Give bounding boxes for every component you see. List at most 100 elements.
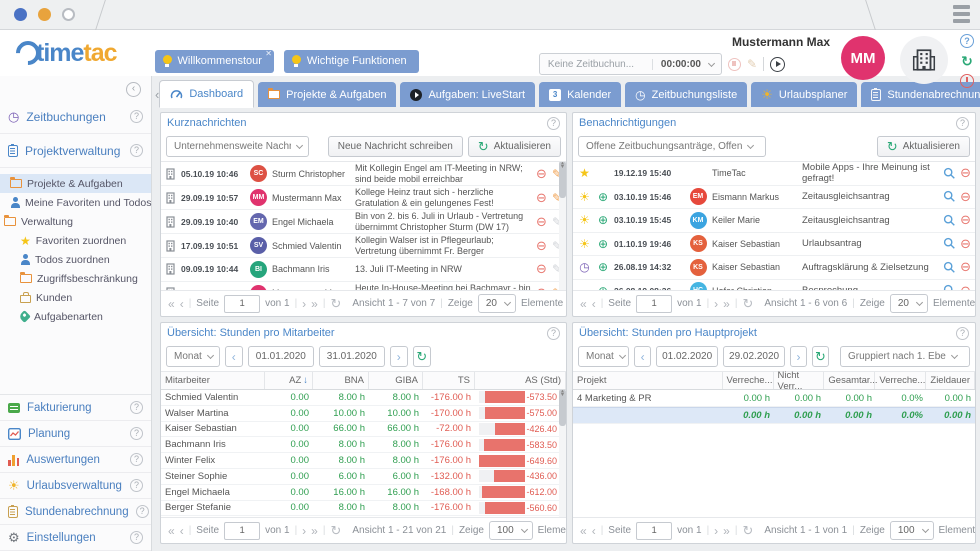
next-period-button[interactable]: ›: [390, 346, 408, 367]
help-icon[interactable]: ?: [960, 34, 974, 48]
page-number-input[interactable]: [636, 522, 672, 540]
dismiss-notification-icon[interactable]: ⊖: [960, 259, 971, 275]
sidebar-section-projektverwaltung[interactable]: Projektverwaltung ?: [0, 134, 151, 168]
tab-urlaubsplaner[interactable]: ☀ Urlaubsplaner: [751, 82, 857, 107]
sidebar-section-zeitbuchungen[interactable]: ◷ Zeitbuchungen ?: [0, 100, 151, 134]
delete-message-icon[interactable]: ⊖: [536, 261, 547, 277]
help-icon[interactable]: ?: [130, 427, 143, 440]
refresh-messages-button[interactable]: ↻ Aktualisieren: [468, 136, 561, 157]
page-number-input[interactable]: [224, 522, 260, 540]
sidebar-section-fakturierung[interactable]: Fakturierung ?: [0, 395, 151, 421]
delete-message-icon[interactable]: ⊖: [536, 166, 547, 182]
tab-aufgaben-livestart[interactable]: Aufgaben: LiveStart: [400, 82, 535, 107]
table-row[interactable]: Engel Michaela 0.00 16.00 h 16.00 h -168…: [161, 485, 566, 501]
first-page-button[interactable]: «: [580, 297, 587, 311]
page-size-select[interactable]: 100: [890, 521, 934, 540]
organization-button[interactable]: [900, 36, 948, 84]
window-maximize-button[interactable]: [62, 8, 75, 21]
notification-row[interactable]: ☀ ⊕ 03.10.19 15:45 KM Keiler Marie Zeita…: [573, 209, 975, 233]
first-page-button[interactable]: «: [580, 524, 587, 538]
magnifier-icon[interactable]: [943, 237, 956, 250]
column-header[interactable]: AS (Std): [475, 372, 566, 389]
close-icon[interactable]: ✕: [265, 49, 272, 58]
column-header[interactable]: GIBA: [369, 372, 423, 389]
next-period-button[interactable]: ›: [790, 346, 807, 367]
help-icon[interactable]: ?: [130, 110, 143, 123]
sidebar-item-todos-zuordnen[interactable]: Todos zuordnen: [0, 250, 151, 269]
window-minimize-button[interactable]: [38, 8, 51, 21]
notification-row[interactable]: ☀ ⊕ 03.10.19 15:46 EM Eismann Markus Zei…: [573, 186, 975, 210]
message-row[interactable]: 17.09.19 10:51 SV Schmied Valentin Kolle…: [161, 234, 566, 258]
last-page-button[interactable]: »: [311, 524, 318, 538]
tab-zeitbuchungsliste[interactable]: ◷ Zeitbuchungsliste: [625, 82, 747, 107]
date-to-input[interactable]: 29.02.2020: [723, 346, 785, 367]
help-icon[interactable]: ?: [547, 117, 560, 130]
help-icon[interactable]: ?: [130, 531, 143, 544]
task-select[interactable]: Keine Zeitbuchun...: [540, 59, 652, 70]
prev-page-button[interactable]: ‹: [592, 297, 596, 311]
help-icon[interactable]: ?: [130, 479, 143, 492]
browser-menu-icon[interactable]: [953, 5, 970, 23]
page-number-input[interactable]: [636, 295, 672, 313]
sidebar-section-urlaubsverwaltung[interactable]: ☀ Urlaubsverwaltung ?: [0, 473, 151, 499]
first-page-button[interactable]: «: [168, 524, 175, 538]
sidebar-section-stundenabrechnung[interactable]: Stundenabrechnung ?: [0, 499, 151, 525]
sidebar-item-aufgabenarten[interactable]: Aufgabenarten: [0, 307, 151, 326]
refresh-icon[interactable]: ↻: [330, 523, 341, 539]
delete-message-icon[interactable]: ⊖: [536, 214, 547, 230]
help-icon[interactable]: ?: [136, 505, 149, 518]
magnifier-icon[interactable]: [943, 261, 956, 274]
date-from-input[interactable]: 01.01.2020: [248, 346, 314, 367]
notification-filter-select[interactable]: Offene Zeitbuchungsanträge, Offen: [578, 136, 766, 157]
column-header[interactable]: Mitarbeiter: [161, 372, 265, 389]
column-header[interactable]: BNA: [313, 372, 369, 389]
add-icon[interactable]: ⊕: [596, 213, 610, 227]
dismiss-notification-icon[interactable]: ⊖: [960, 236, 971, 252]
help-icon[interactable]: ?: [547, 327, 560, 340]
sidebar-item-projekte-aufgaben[interactable]: Projekte & Aufgaben: [0, 174, 151, 193]
add-icon[interactable]: ⊕: [596, 260, 610, 274]
table-row[interactable]: Steiner Sophie 0.00 6.00 h 6.00 h -132.0…: [161, 469, 566, 485]
notification-row[interactable]: ◷ ⊕ 26.08.19 14:32 KS Kaiser Sebastian A…: [573, 256, 975, 280]
help-icon[interactable]: ?: [130, 401, 143, 414]
table-row[interactable]: Walser Martina 0.00 10.00 h 10.00 h -170…: [161, 406, 566, 422]
last-page-button[interactable]: »: [723, 297, 730, 311]
column-header[interactable]: Nicht Verr...: [774, 372, 825, 389]
refresh-icon[interactable]: ↻: [330, 296, 341, 312]
column-header[interactable]: Verreche...: [875, 372, 926, 389]
group-by-select[interactable]: Gruppiert nach 1. Ebe: [840, 346, 970, 367]
next-page-button[interactable]: ›: [302, 524, 306, 538]
sidebar-section-auswertungen[interactable]: Auswertungen ?: [0, 447, 151, 473]
table-row[interactable]: Kaiser Sebastian 0.00 66.00 h 66.00 h -7…: [161, 422, 566, 438]
help-icon[interactable]: ?: [956, 117, 969, 130]
dismiss-notification-icon[interactable]: ⊖: [960, 165, 971, 181]
date-from-input[interactable]: 01.02.2020: [656, 346, 718, 367]
sidebar-section-einstellungen[interactable]: ⚙ Einstellungen ?: [0, 525, 151, 551]
page-number-input[interactable]: [224, 295, 260, 313]
add-icon[interactable]: ⊕: [596, 190, 610, 204]
message-row[interactable]: 29.09.19 10:40 EM Engel Michaela Bin von…: [161, 210, 566, 234]
sidebar-item-kunden[interactable]: Kunden: [0, 288, 151, 307]
notification-row[interactable]: ☀ ⊕ 01.10.19 19:46 KS Kaiser Sebastian U…: [573, 233, 975, 257]
next-page-button[interactable]: ›: [714, 297, 718, 311]
add-icon[interactable]: ⊕: [596, 284, 610, 290]
prev-page-button[interactable]: ‹: [180, 297, 184, 311]
dismiss-notification-icon[interactable]: ⊖: [960, 283, 971, 290]
last-page-button[interactable]: »: [723, 524, 730, 538]
magnifier-icon[interactable]: [943, 167, 956, 180]
sidebar-item-favoriten-zuordnen[interactable]: ★ Favoriten zuordnen: [0, 231, 151, 250]
user-avatar[interactable]: MM: [841, 36, 885, 80]
table-row[interactable]: Schmied Valentin 0.00 8.00 h 8.00 h -176…: [161, 390, 566, 406]
period-select[interactable]: Monat: [166, 346, 220, 367]
refresh-notifications-button[interactable]: ↻ Aktualisieren: [877, 136, 970, 157]
date-to-input[interactable]: 31.01.2020: [319, 346, 385, 367]
message-row[interactable]: 05.10.19 10:46 SC Sturm Christopher Mit …: [161, 162, 566, 186]
magnifier-icon[interactable]: [943, 190, 956, 203]
magnifier-icon[interactable]: [943, 214, 956, 227]
sidebar-item-zugriffsbeschraenkung[interactable]: Zugriffsbeschränkung: [0, 269, 151, 288]
help-icon[interactable]: ?: [956, 327, 969, 340]
delete-message-icon[interactable]: ⊖: [536, 238, 547, 254]
page-size-select[interactable]: 20: [478, 294, 516, 313]
scrollbar[interactable]: ▲▼: [559, 162, 566, 290]
notification-row[interactable]: ⊕ 26.08.19 08:36 HC Hofer Christian Besp…: [573, 280, 975, 291]
